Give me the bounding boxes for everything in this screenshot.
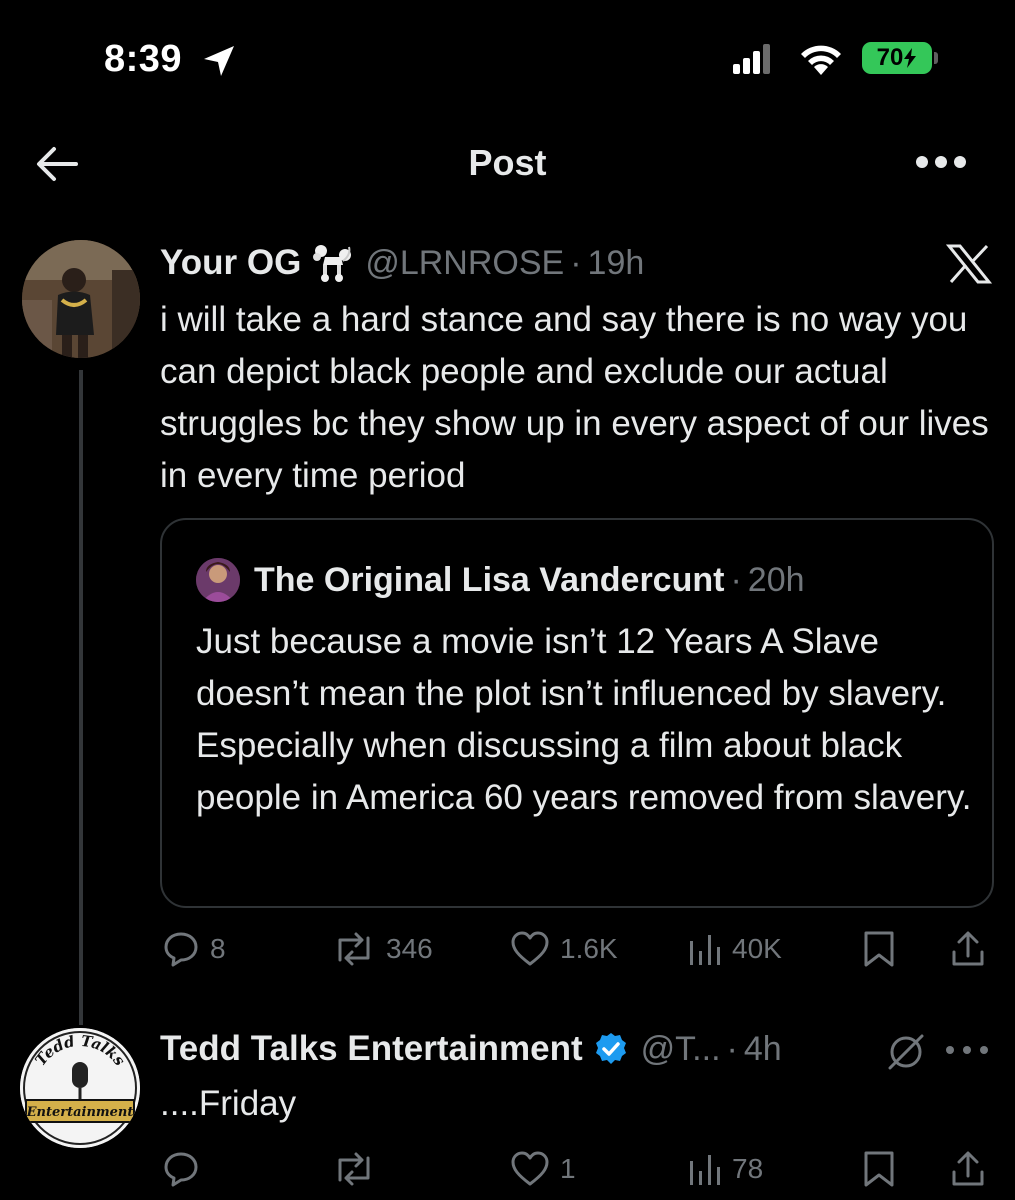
views-button[interactable]: 40K (688, 924, 782, 974)
views-icon (690, 935, 720, 965)
reply-header: Tedd Talks Entertainment @T... · 4h (160, 1026, 782, 1072)
share-button[interactable] (950, 924, 986, 974)
share-icon (952, 931, 984, 966)
reply-author-name[interactable]: Tedd Talks Entertainment (160, 1029, 583, 1069)
quote-avatar (196, 558, 240, 602)
bookmark-icon (864, 931, 894, 967)
reply-action-bar: 1 78 (160, 1144, 1000, 1194)
repost-icon (338, 1152, 370, 1186)
post-time[interactable]: 19h (588, 244, 645, 283)
repost-count: 346 (386, 933, 433, 964)
post-header: Your OG @LRNROSE · 19h (160, 240, 644, 286)
like-count: 1.6K (560, 933, 618, 964)
views-count: 78 (732, 1153, 764, 1184)
reply-button[interactable] (162, 1144, 210, 1194)
avatar-photo (22, 240, 140, 358)
quote-header: The Original Lisa Vandercunt · 20h (196, 558, 805, 602)
author-handle[interactable]: @LRNROSE (365, 244, 564, 283)
reply-count: 8 (210, 933, 226, 964)
separator: · (726, 1029, 738, 1068)
author-name[interactable]: Your OG (160, 243, 301, 283)
bookmark-button[interactable] (862, 924, 896, 974)
views-count: 40K (732, 933, 782, 964)
logo-text-bottom: Entertainment (26, 1105, 134, 1120)
more-horizontal-icon[interactable] (914, 154, 968, 170)
separator: · (570, 243, 582, 282)
bookmark-icon (864, 1151, 894, 1187)
avatar[interactable] (22, 240, 140, 358)
more-horizontal-icon[interactable] (944, 1044, 990, 1056)
share-button[interactable] (950, 1144, 986, 1194)
separator: · (730, 560, 742, 599)
reply-icon (164, 1152, 198, 1187)
status-bar: 8:39 70 (0, 0, 1015, 110)
heart-icon (511, 1151, 549, 1186)
poodle-icon (313, 245, 352, 282)
repost-icon (338, 932, 370, 966)
battery-charging-icon: 70 (862, 42, 932, 74)
repost-button[interactable]: 346 (332, 924, 433, 974)
like-button[interactable]: 1.6K (510, 924, 618, 974)
verified-badge-icon (595, 1033, 626, 1064)
quote-author-name: The Original Lisa Vandercunt (254, 560, 725, 599)
grok-icon[interactable] (884, 1032, 928, 1072)
quote-text: Just because a movie isn’t 12 Years A Sl… (196, 622, 972, 817)
tedd-talks-logo: Tedd Talks Entertainment (20, 1028, 140, 1148)
reply-text: ....Friday (160, 1084, 297, 1123)
quoted-post-card[interactable]: The Original Lisa Vandercunt · 20h Just … (160, 518, 994, 908)
location-arrow-icon (204, 46, 234, 76)
bookmark-button[interactable] (862, 1144, 896, 1194)
charging-bolt-icon (904, 48, 917, 68)
repost-button[interactable] (332, 1144, 386, 1194)
thread-line (79, 370, 83, 1025)
battery-cap (934, 52, 938, 64)
quote-avatar-photo (196, 558, 240, 602)
cellular-signal-icon (733, 44, 770, 74)
status-time: 8:39 (104, 38, 183, 80)
reply-time[interactable]: 4h (744, 1030, 782, 1069)
reply-avatar[interactable]: Tedd Talks Entertainment (20, 1028, 140, 1148)
quote-time: 20h (747, 560, 805, 599)
wifi-icon (801, 45, 841, 75)
views-button[interactable]: 78 (688, 1144, 763, 1194)
share-icon (952, 1151, 984, 1186)
action-bar: 8 346 1.6K 40K (160, 924, 1000, 974)
battery-level: 70 (876, 44, 904, 71)
reply-icon (164, 932, 198, 967)
like-count: 1 (560, 1153, 576, 1184)
x-logo-icon (946, 244, 992, 284)
views-icon (690, 1155, 720, 1185)
like-button[interactable]: 1 (510, 1144, 576, 1194)
reply-handle[interactable]: @T... (641, 1030, 721, 1069)
reply-button[interactable]: 8 (162, 924, 226, 974)
heart-icon (511, 931, 549, 966)
page-title: Post (468, 142, 547, 183)
post-text: i will take a hard stance and say there … (160, 300, 989, 495)
